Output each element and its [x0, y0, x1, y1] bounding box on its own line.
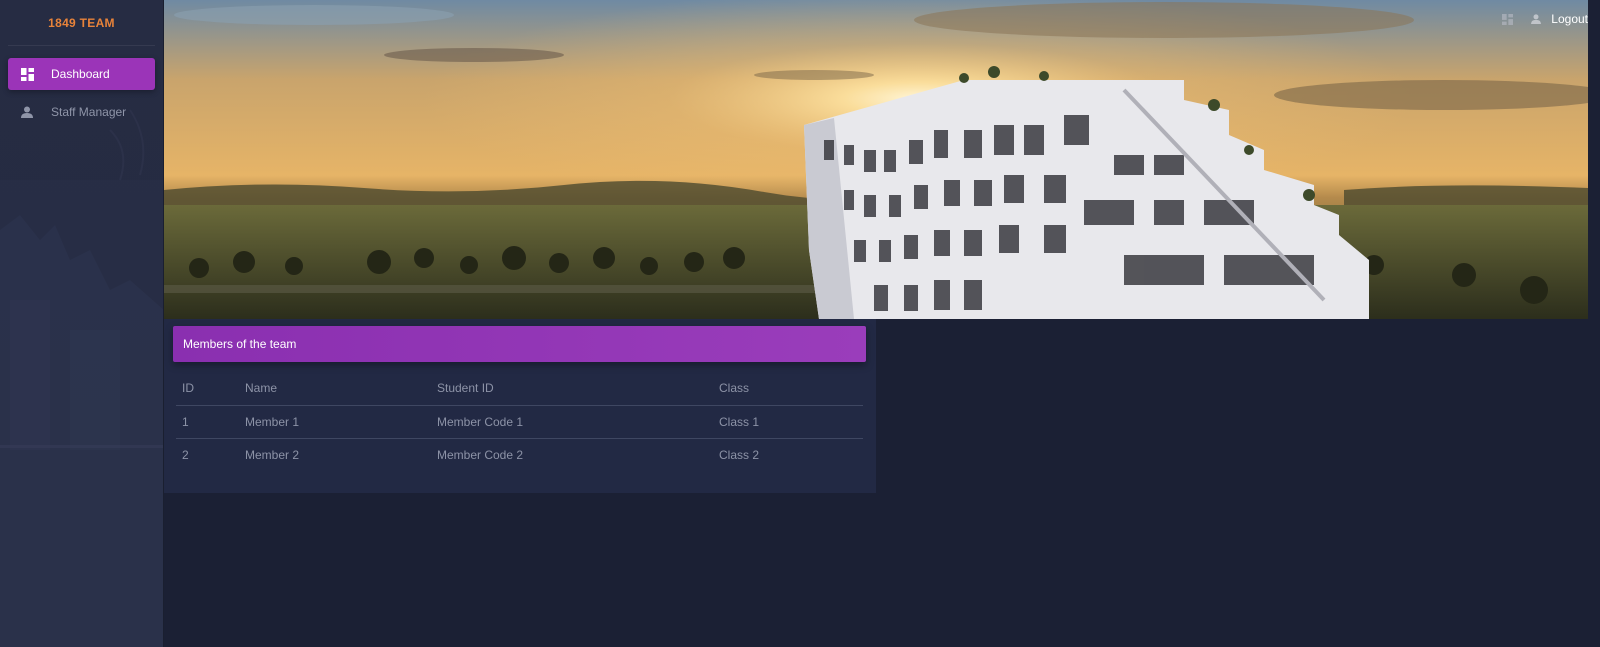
cell-name: Member 1 — [239, 404, 431, 438]
brand-logo[interactable]: 1849 TEAM — [8, 0, 155, 46]
sidebar-item-label: Staff Manager — [51, 105, 127, 119]
cell-id: 2 — [176, 437, 239, 471]
cell-class: Class 1 — [713, 404, 863, 438]
table-row: 1 Member 1 Member Code 1 Class 1 — [176, 404, 863, 438]
person-icon — [20, 105, 34, 119]
card-title: Members of the team — [173, 326, 866, 362]
cell-class: Class 2 — [713, 437, 863, 471]
sidebar-item-dashboard[interactable]: Dashboard — [8, 58, 155, 90]
sidebar-item-staff-manager[interactable]: Staff Manager — [8, 96, 155, 128]
cell-student-id: Member Code 1 — [431, 404, 713, 438]
cell-name: Member 2 — [239, 437, 431, 471]
members-card: Members of the team ID Name Student ID C… — [164, 319, 876, 493]
column-header-student-id: Student ID — [437, 380, 494, 395]
sidebar-item-label: Dashboard — [51, 67, 110, 81]
table-row: 2 Member 2 Member Code 2 Class 2 — [176, 437, 863, 471]
top-bar: Logout — [1502, 12, 1588, 26]
column-header-id: ID — [182, 380, 194, 395]
table-header-row: ID Name Student ID Class — [176, 371, 863, 405]
header-banner: Logout — [164, 0, 1588, 319]
person-icon — [1531, 14, 1542, 24]
sidebar: 1849 TEAM Dashboard Staff Manager — [0, 0, 164, 647]
logout-button[interactable]: Logout — [1531, 12, 1588, 26]
cell-id: 1 — [176, 404, 239, 438]
banner-image — [164, 0, 1588, 319]
column-header-name: Name — [245, 380, 278, 395]
members-table: ID Name Student ID Class 1 Member 1 Memb… — [176, 371, 863, 471]
cell-student-id: Member Code 2 — [431, 437, 713, 471]
column-header-class: Class — [719, 380, 750, 395]
logout-label: Logout — [1551, 12, 1588, 26]
dashboard-icon — [20, 67, 34, 81]
dashboard-icon[interactable] — [1502, 13, 1514, 25]
